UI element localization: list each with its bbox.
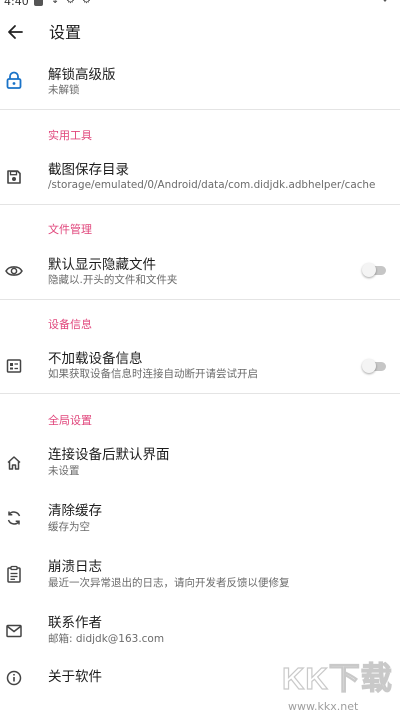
switch-thumb	[362, 263, 376, 277]
app-bar: 设置	[0, 12, 400, 54]
page-title: 设置	[49, 23, 82, 42]
lock-icon	[4, 70, 24, 90]
download-icon: ⇣	[51, 0, 60, 6]
settings-status-icon: ⚙	[66, 0, 75, 6]
no-device-info-item[interactable]: 不加载设备信息 如果获取设备信息时连接自动断开请尝试开启	[0, 342, 400, 390]
watermark: KK下载 www.kkx.net	[281, 660, 400, 718]
status-bar: 4:40 ⇣ ⚙ ⚙	[0, 0, 400, 10]
divider	[0, 204, 400, 205]
clear-cache-subtitle: 缓存为空	[48, 521, 90, 533]
status-time: 4:40	[4, 0, 29, 8]
unlock-premium-title: 解锁高级版	[48, 67, 116, 83]
show-hidden-files-item[interactable]: 默认显示隐藏文件 隐藏以.开头的文件和文件夹	[0, 248, 400, 296]
crash-log-title: 崩溃日志	[48, 559, 102, 575]
divider	[0, 109, 400, 110]
sync-icon	[4, 508, 24, 528]
default-screen-item[interactable]: 连接设备后默认界面 未设置	[0, 440, 400, 486]
screenshot-dir-title: 截图保存目录	[48, 162, 129, 178]
divider	[0, 299, 400, 300]
screenshot-dir-path: /storage/emulated/0/Android/data/com.did…	[48, 179, 376, 191]
show-hidden-files-switch[interactable]	[362, 263, 388, 277]
about-title: 关于软件	[48, 669, 102, 685]
device-info-icon	[4, 356, 24, 376]
show-hidden-files-subtitle: 隐藏以.开头的文件和文件夹	[48, 274, 178, 286]
section-header-global: 全局设置	[48, 414, 92, 427]
watermark-url: www.kkx.net	[288, 700, 359, 713]
crash-log-subtitle: 最近一次异常退出的日志，请向开发者反馈以便修复	[48, 577, 290, 589]
contact-author-email: 邮箱: didjdk@163.com	[48, 633, 165, 645]
default-screen-title: 连接设备后默认界面	[48, 447, 170, 463]
info-icon	[4, 668, 24, 688]
no-device-info-subtitle: 如果获取设备信息时连接自动断开请尝试开启	[48, 368, 258, 380]
divider	[0, 393, 400, 394]
save-icon	[4, 167, 24, 187]
no-device-info-switch[interactable]	[362, 359, 388, 373]
contact-author-title: 联系作者	[48, 615, 102, 631]
clipboard-icon	[4, 564, 24, 584]
home-icon	[4, 453, 24, 473]
notification-icon	[34, 0, 43, 6]
contact-author-item[interactable]: 联系作者 邮箱: didjdk@163.com	[0, 608, 400, 654]
signal-icon	[383, 0, 387, 2]
clear-cache-title: 清除缓存	[48, 503, 102, 519]
section-header-files: 文件管理	[48, 223, 92, 236]
section-header-device: 设备信息	[48, 318, 92, 331]
section-header-tools: 实用工具	[48, 129, 92, 142]
mail-icon	[4, 621, 24, 641]
switch-thumb	[362, 359, 376, 373]
default-screen-subtitle: 未设置	[48, 465, 80, 477]
settings-status-icon-2: ⚙	[82, 0, 91, 6]
no-device-info-title: 不加载设备信息	[48, 351, 143, 367]
screenshot-dir-item[interactable]: 截图保存目录 /storage/emulated/0/Android/data/…	[0, 152, 400, 202]
eye-icon	[4, 261, 24, 281]
arrow-left-icon	[8, 25, 23, 39]
watermark-logo: KK下载	[281, 660, 393, 696]
show-hidden-files-title: 默认显示隐藏文件	[48, 257, 156, 273]
unlock-premium-item[interactable]: 解锁高级版 未解锁	[0, 58, 400, 108]
clear-cache-item[interactable]: 清除缓存 缓存为空	[0, 496, 400, 542]
unlock-premium-subtitle: 未解锁	[48, 84, 80, 96]
back-button[interactable]	[4, 18, 26, 46]
crash-log-item[interactable]: 崩溃日志 最近一次异常退出的日志，请向开发者反馈以便修复	[0, 552, 400, 598]
